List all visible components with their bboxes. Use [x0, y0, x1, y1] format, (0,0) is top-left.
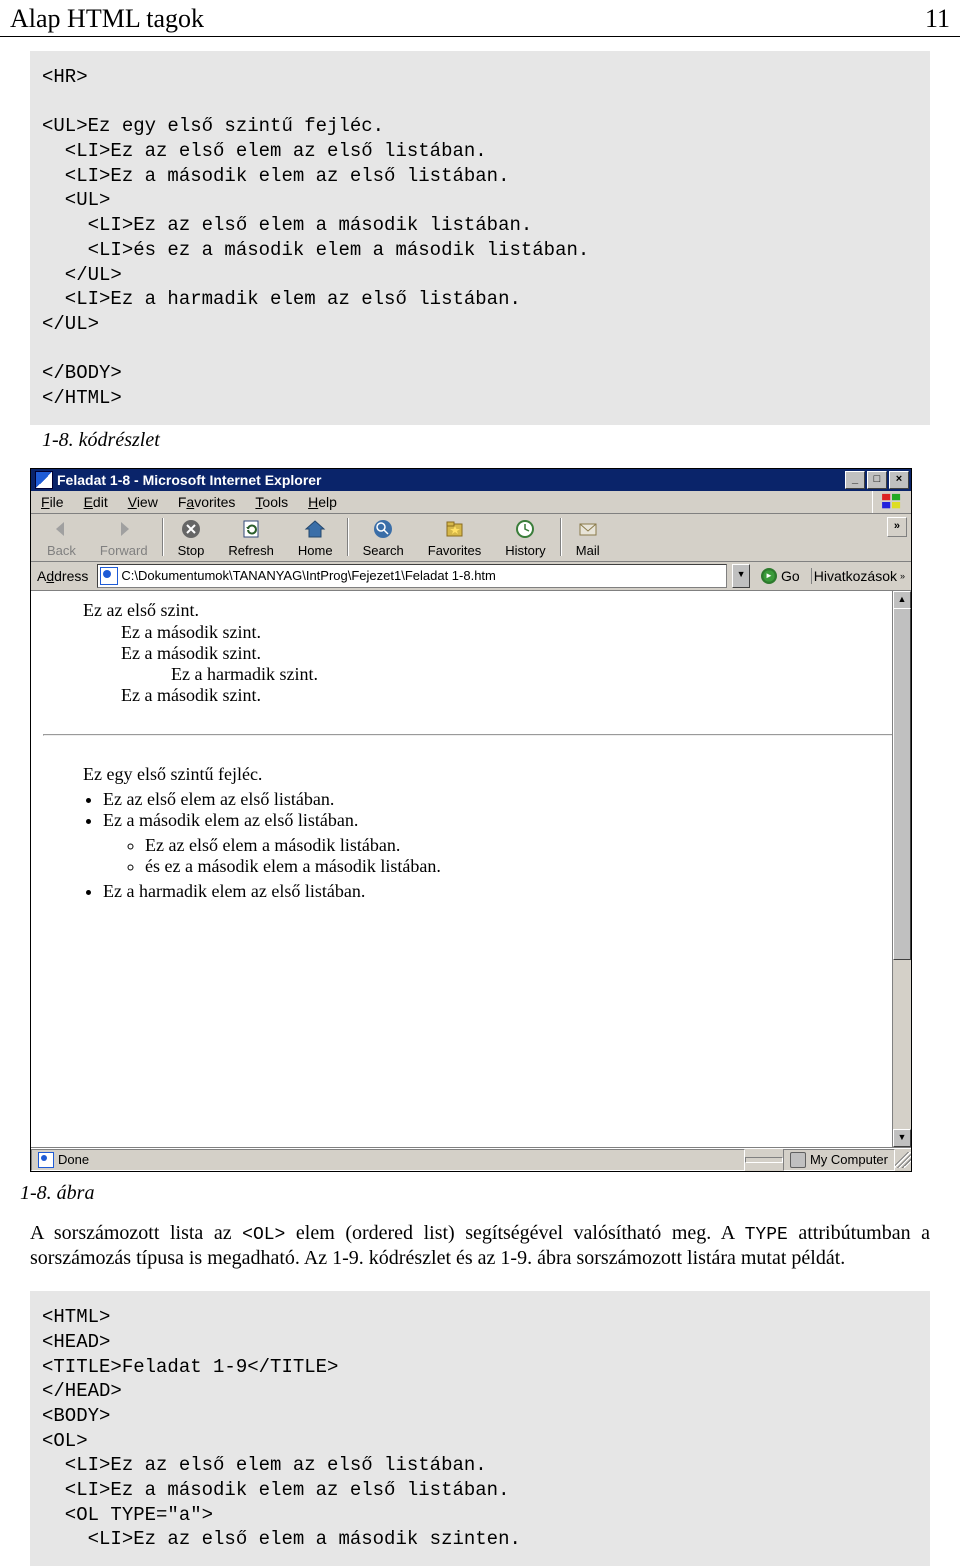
- refresh-button[interactable]: Refresh: [216, 517, 286, 558]
- page-viewport: Ez az első szint. Ez a második szint. Ez…: [31, 591, 911, 1148]
- vp-line: Ez az első szint.: [83, 600, 899, 621]
- menu-favorites[interactable]: Favorites: [168, 491, 246, 513]
- history-button[interactable]: History: [493, 517, 557, 558]
- resize-grip[interactable]: [895, 1152, 911, 1168]
- status-bar: Done My Computer: [31, 1148, 911, 1171]
- forward-icon: [112, 517, 136, 541]
- vp-list: Ez az első elem az első listában. Ez a m…: [43, 789, 899, 902]
- history-icon: [513, 517, 537, 541]
- code-inline: TYPE: [745, 1225, 788, 1245]
- close-button[interactable]: ×: [889, 471, 909, 489]
- page-header: Alap HTML tagok 11: [0, 0, 960, 37]
- computer-icon: [790, 1152, 806, 1168]
- forward-button[interactable]: Forward: [88, 517, 160, 558]
- back-icon: [49, 517, 73, 541]
- code-inline: <OL>: [242, 1225, 285, 1245]
- mail-button[interactable]: Mail: [564, 517, 612, 558]
- vp-line: Ez a második szint.: [121, 685, 899, 706]
- list-item: Ez a második elem az első listában.: [103, 810, 899, 831]
- vp-line: Ez a harmadik szint.: [171, 664, 899, 685]
- list-item: Ez a harmadik elem az első listában.: [103, 881, 899, 902]
- maximize-button[interactable]: □: [867, 471, 887, 489]
- scroll-thumb[interactable]: [893, 608, 911, 960]
- ie-icon: [35, 471, 53, 489]
- home-icon: [303, 517, 327, 541]
- favorites-icon: [443, 517, 467, 541]
- doc-title: Alap HTML tagok: [10, 4, 204, 34]
- vertical-scrollbar[interactable]: ▲ ▼: [892, 591, 911, 1147]
- menu-bar: File Edit View Favorites Tools Help: [31, 491, 911, 514]
- toolbar: Back Forward Stop Refresh Home Search Fa…: [31, 514, 911, 562]
- vp-header: Ez egy első szintű fejléc.: [83, 764, 899, 785]
- caption-figure-1: 1-8. ábra: [0, 1172, 960, 1215]
- chevron-icon: »: [900, 571, 905, 581]
- window-title: Feladat 1-8 - Microsoft Internet Explore…: [57, 472, 845, 488]
- list-item: Ez az első elem az első listában.: [103, 789, 899, 810]
- menu-file[interactable]: File: [31, 491, 74, 513]
- menu-edit[interactable]: Edit: [74, 491, 118, 513]
- search-button[interactable]: Search: [351, 517, 416, 558]
- vp-line: Ez a második szint.: [121, 622, 899, 643]
- status-zone: My Computer: [783, 1149, 895, 1171]
- doc-icon: [38, 1152, 54, 1168]
- caption-code-1: 1-8. kódrészlet: [0, 425, 960, 462]
- vp-line: Ez a második szint.: [121, 643, 899, 664]
- minimize-button[interactable]: _: [845, 471, 865, 489]
- address-label: Address: [35, 568, 92, 584]
- address-dropdown[interactable]: ▼: [732, 564, 750, 588]
- page-number: 11: [925, 4, 950, 34]
- menu-help[interactable]: Help: [298, 491, 347, 513]
- paragraph: A sorszámozott lista az <OL> elem (order…: [0, 1215, 960, 1278]
- refresh-icon: [239, 517, 263, 541]
- links-button[interactable]: Hivatkozások »: [811, 568, 907, 584]
- scroll-up-button[interactable]: ▲: [893, 591, 911, 609]
- status-seg: [745, 1157, 783, 1163]
- favorites-button[interactable]: Favorites: [416, 517, 493, 558]
- mail-icon: [576, 517, 600, 541]
- menu-tools[interactable]: Tools: [245, 491, 298, 513]
- toolbar-overflow[interactable]: »: [887, 517, 907, 537]
- go-button[interactable]: Go: [755, 568, 806, 584]
- list-item: Ez az első elem a második listában.: [145, 835, 899, 856]
- home-button[interactable]: Home: [286, 517, 345, 558]
- menu-view[interactable]: View: [118, 491, 168, 513]
- list-item: és ez a második elem a második listában.: [145, 856, 899, 877]
- code-block-2: <HTML> <HEAD> <TITLE>Feladat 1-9</TITLE>…: [30, 1291, 930, 1566]
- go-icon: [761, 568, 777, 584]
- address-bar: Address C:\Dokumentumok\TANANYAG\IntProg…: [31, 562, 911, 591]
- page-icon: [100, 567, 118, 585]
- scroll-down-button[interactable]: ▼: [893, 1129, 911, 1147]
- title-bar: Feladat 1-8 - Microsoft Internet Explore…: [31, 469, 911, 491]
- status-left: Done: [31, 1149, 745, 1171]
- stop-button[interactable]: Stop: [166, 517, 217, 558]
- search-icon: [371, 517, 395, 541]
- ie-window: Feladat 1-8 - Microsoft Internet Explore…: [30, 468, 912, 1172]
- windows-logo-icon: [872, 491, 911, 513]
- address-input[interactable]: C:\Dokumentumok\TANANYAG\IntProg\Fejezet…: [97, 564, 727, 588]
- code-block-1: <HR> <UL>Ez egy első szintű fejléc. <LI>…: [30, 51, 930, 425]
- horizontal-rule: [43, 734, 899, 736]
- back-button[interactable]: Back: [35, 517, 88, 558]
- stop-icon: [179, 517, 203, 541]
- address-path: C:\Dokumentumok\TANANYAG\IntProg\Fejezet…: [121, 568, 496, 583]
